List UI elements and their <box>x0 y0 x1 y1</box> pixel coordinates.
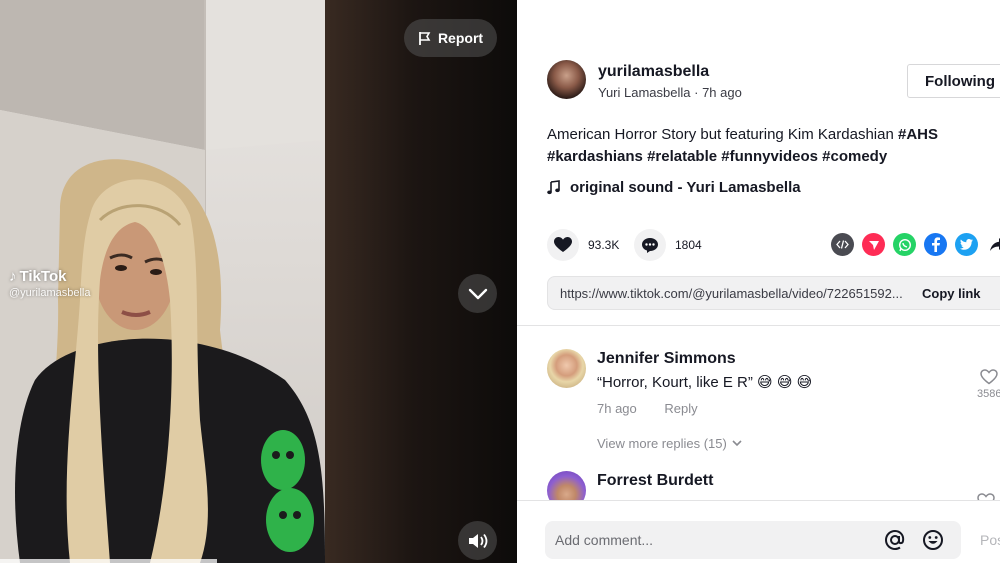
at-sign-icon <box>884 529 905 551</box>
tiktok-watermark: ♪ TikTok @yurilamasbella <box>9 268 90 299</box>
flag-icon <box>419 31 431 45</box>
commenter-avatar[interactable] <box>547 471 586 500</box>
whatsapp-icon[interactable] <box>893 233 916 256</box>
comment-meta: 7h ago Reply <box>597 401 722 416</box>
speaker-icon <box>468 533 487 548</box>
comment-time: 7h ago <box>597 401 637 416</box>
report-button[interactable]: Report <box>404 19 497 57</box>
view-more-replies[interactable]: View more replies (15) <box>597 436 742 451</box>
like-count: 93.3K <box>588 238 620 252</box>
add-comment-input[interactable] <box>545 521 865 559</box>
facebook-icon[interactable] <box>924 233 947 256</box>
embed-icon[interactable] <box>831 233 854 256</box>
comment-like-count: 3586 <box>977 388 1000 400</box>
share-link-box: https://www.tiktok.com/@yurilamasbella/v… <box>547 276 1000 310</box>
tiktok-logo: ♪ TikTok <box>9 268 90 285</box>
send-icon[interactable] <box>862 233 885 256</box>
author-display-name[interactable]: Yuri Lamasbella <box>598 85 691 100</box>
chevron-down-icon <box>468 288 487 299</box>
video-info-panel: yurilamasbella Yuri Lamasbella · 7h ago … <box>517 0 1000 563</box>
watermark-username: @yurilamasbella <box>9 287 91 299</box>
engagement-row: 93.3K 1804 <box>547 229 1000 261</box>
video-frame[interactable]: ♪ TikTok @yurilamasbella <box>0 0 325 563</box>
hashtag-comedy[interactable]: #comedy <box>822 148 887 165</box>
comment-button[interactable] <box>634 229 666 261</box>
playback-progress[interactable] <box>0 559 217 563</box>
separator-dot: · <box>694 85 703 100</box>
caption-text: American Horror Story but featuring Kim … <box>547 126 894 143</box>
post-button[interactable]: Post <box>980 532 1000 548</box>
heart-outline-icon <box>980 369 998 385</box>
comment-count: 1804 <box>675 238 702 252</box>
twitter-icon[interactable] <box>955 233 978 256</box>
comment-composer <box>545 521 961 559</box>
share-arrow-icon[interactable] <box>986 233 1000 256</box>
comment-text: “Horror, Kourt, like E R” 😅 😅 😅 <box>597 374 813 391</box>
view-more-replies-label: View more replies (15) <box>597 436 727 451</box>
comments-list[interactable]: Jennifer Simmons “Horror, Kourt, like E … <box>517 326 1000 500</box>
hashtag-relatable[interactable]: #relatable <box>647 148 717 165</box>
like-stat: 93.3K <box>547 229 619 261</box>
mention-button[interactable] <box>884 529 906 556</box>
music-label: original sound - Yuri Lamasbella <box>570 179 801 196</box>
video-url[interactable]: https://www.tiktok.com/@yurilamasbella/v… <box>560 286 903 301</box>
hashtag-funnyvideos[interactable]: #funnyvideos <box>721 148 818 165</box>
volume-button[interactable] <box>458 521 497 560</box>
commenter-name[interactable]: Jennifer Simmons <box>597 350 736 368</box>
music-link[interactable]: original sound - Yuri Lamasbella <box>547 179 801 196</box>
report-label: Report <box>437 30 484 46</box>
share-options <box>831 233 1000 256</box>
watermark-brand: TikTok <box>19 268 67 285</box>
music-note-icon <box>547 180 560 195</box>
chevron-down-icon <box>732 440 742 447</box>
reply-button[interactable]: Reply <box>664 401 697 416</box>
heart-outline-icon <box>977 493 995 500</box>
heart-icon <box>554 237 572 252</box>
tiktok-note-icon: ♪ <box>9 268 17 285</box>
author-subtitle: Yuri Lamasbella · 7h ago <box>598 85 742 100</box>
copy-link-button[interactable]: Copy link <box>922 286 981 301</box>
hashtag-ahs[interactable]: #AHS <box>898 126 938 143</box>
author-row: yurilamasbella Yuri Lamasbella · 7h ago … <box>547 60 1000 102</box>
comment-stat: 1804 <box>634 229 702 261</box>
emoji-button[interactable] <box>922 529 944 556</box>
comment-bubble-icon <box>642 237 658 253</box>
video-player[interactable]: ♪ TikTok @yurilamasbella Report <box>0 0 517 563</box>
composer-divider <box>517 500 1000 501</box>
next-video-button[interactable] <box>458 274 497 313</box>
comment-like[interactable]: 3586 <box>977 369 1000 400</box>
emoji-icon <box>923 530 943 550</box>
author-avatar[interactable] <box>547 60 586 99</box>
author-username[interactable]: yurilamasbella <box>598 63 709 81</box>
commenter-name[interactable]: Forrest Burdett <box>597 472 713 490</box>
like-button[interactable] <box>547 229 579 261</box>
post-time: 7h ago <box>702 85 742 100</box>
commenter-avatar[interactable] <box>547 349 586 388</box>
following-button[interactable]: Following <box>907 64 1000 98</box>
comment-like[interactable] <box>977 493 995 500</box>
video-caption: American Horror Story but featuring Kim … <box>547 124 987 168</box>
hashtag-kardashians[interactable]: #kardashians <box>547 148 643 165</box>
